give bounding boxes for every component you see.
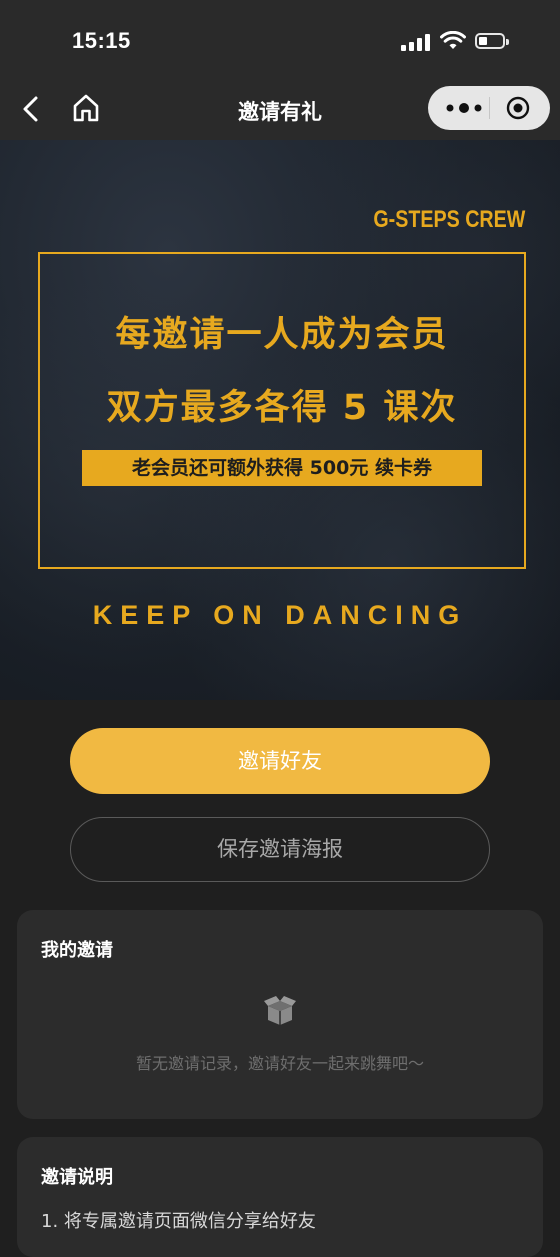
headline-line-2: 双方最多各得 5 课次 — [106, 388, 458, 428]
status-bar: 15:15 — [0, 0, 560, 80]
back-icon[interactable] — [18, 94, 46, 124]
banner-frame: 每邀请一人成为会员 双方最多各得 5 课次 老会员还可额外获得 500元 续卡券 — [38, 252, 526, 569]
rule-item: 1. 将专属邀请页面微信分享给好友 — [41, 1211, 316, 1232]
invite-rules-card: 邀请说明 1. 将专属邀请页面微信分享给好友 — [17, 1137, 543, 1257]
page-title: 邀请有礼 — [238, 100, 322, 124]
brand-logo-text: G-STEPS CREW — [373, 206, 525, 233]
nav-bar: 邀请有礼 — [0, 80, 560, 140]
close-target-icon[interactable] — [506, 96, 530, 120]
invite-friends-button[interactable]: 邀请好友 — [70, 728, 490, 794]
battery-icon — [475, 33, 509, 49]
status-time: 15:15 — [72, 28, 131, 53]
invite-rules-title: 邀请说明 — [41, 1167, 113, 1188]
bonus-highlight: 老会员还可额外获得 500元 续卡券 — [82, 450, 482, 486]
empty-box-icon — [264, 996, 296, 1025]
home-icon[interactable] — [70, 92, 102, 124]
capsule-divider — [489, 97, 490, 119]
headline-line-1: 每邀请一人成为会员 — [115, 315, 449, 355]
mini-program-capsule — [428, 86, 550, 130]
empty-state-text: 暂无邀请记录，邀请好友一起来跳舞吧～ — [135, 1054, 424, 1073]
my-invites-card: 我的邀请 暂无邀请记录，邀请好友一起来跳舞吧～ — [17, 910, 543, 1119]
save-poster-button[interactable]: 保存邀请海报 — [70, 817, 490, 882]
wifi-icon — [440, 31, 466, 49]
more-icon[interactable] — [444, 99, 484, 117]
invite-banner: G-STEPS CREW 每邀请一人成为会员 双方最多各得 5 课次 老会员还可… — [0, 140, 560, 700]
my-invites-title: 我的邀请 — [41, 940, 113, 961]
banner-slogan: KEEP ON DANCING — [92, 600, 468, 630]
signal-icon — [401, 33, 431, 51]
